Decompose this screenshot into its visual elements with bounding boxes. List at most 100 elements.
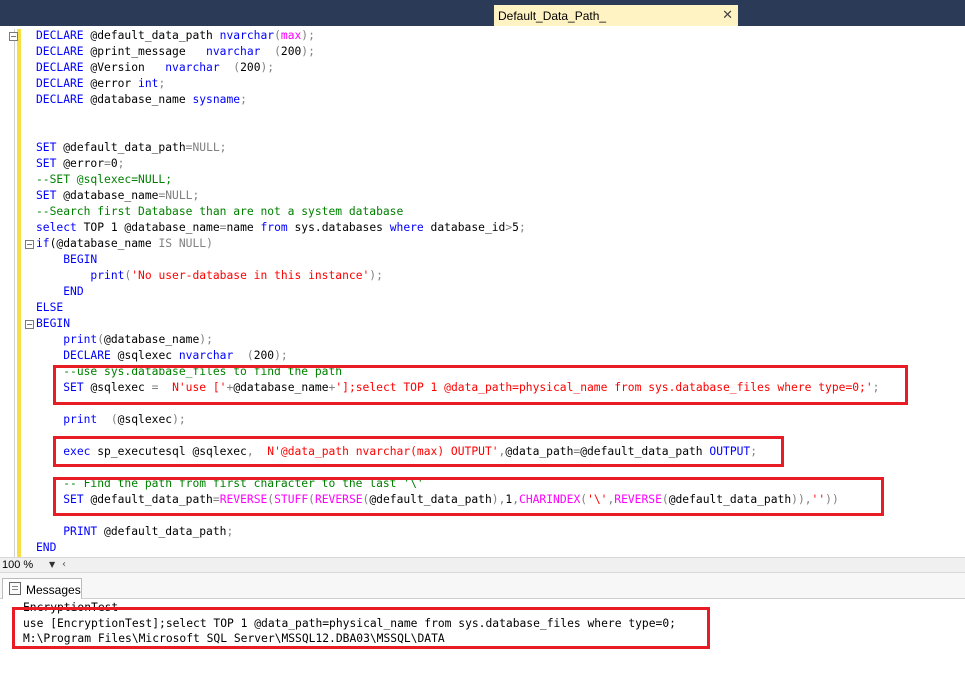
code-token: CHARINDEX [519,493,581,506]
messages-icon [9,582,21,595]
code-token: ); [172,413,186,426]
code-token: PRINT [63,525,105,538]
code-token: print [90,269,125,282]
scroll-left-icon[interactable]: ‹ [62,558,66,572]
code-token: '' [811,493,826,506]
code-token: name [226,221,261,234]
code-line: if(@database_name IS NULL) [36,236,213,252]
message-line: use [EncryptionTest];select TOP 1 @data_… [23,617,676,630]
code-token: ); [199,333,213,346]
code-token: ); [369,269,383,282]
code-token: NULL; [165,189,200,202]
code-token: END [36,541,57,554]
tab-messages[interactable]: Messages [2,578,82,599]
message-line: M:\Program Files\Microsoft SQL Server\MS… [23,632,445,645]
code-token: DECLARE [36,61,91,74]
code-line: SET @default_data_path=REVERSE(STUFF(REV… [36,492,839,508]
code-line: PRINT @default_data_path; [36,524,233,540]
code-line: exec sp_executesql @sqlexec, N'@data_pat… [36,444,757,460]
code-token: @print_message [90,45,207,58]
code-token: -- Find the path from first character to… [63,477,424,490]
code-token: sp_executesql @sqlexec [97,445,247,458]
code-token: , [246,445,254,458]
code-token: ( [308,493,315,506]
code-line: --use sys.database_files to find the pat… [36,364,342,380]
code-token: = [104,157,111,170]
code-token: select [36,221,84,234]
code-token: ; [518,221,526,234]
code-line: DECLARE @default_data_path nvarchar(max)… [36,28,315,44]
code-token: ; [750,445,758,458]
code-token: ; [872,381,880,394]
code-token: ), [491,493,506,506]
zoom-level[interactable]: 100 % [2,558,46,572]
code-token: 200 [280,45,302,58]
code-line: DECLARE @print_message nvarchar (200); [36,44,315,60]
code-line: DECLARE @sqlexec nvarchar (200); [36,348,288,364]
code-line: print (@sqlexec); [36,412,186,428]
code-token: @sqlexec [90,381,152,394]
code-token: REVERSE [219,493,268,506]
message-line: EncryptionTest [23,601,119,614]
code-token: ; [226,525,234,538]
collapse-icon[interactable]: − [25,320,34,329]
code-token: ; [158,77,166,90]
code-token: ; [117,157,125,170]
code-token: ( [246,349,254,362]
code-line: DECLARE @Version nvarchar (200); [36,60,274,76]
collapse-icon[interactable]: − [9,32,18,41]
messages-pane[interactable]: EncryptionTest use [EncryptionTest];sele… [0,599,965,674]
code-token: TOP [83,221,111,234]
close-icon[interactable]: ✕ [722,7,733,23]
code-line: --SET @sqlexec=NULL; [36,172,172,188]
code-token: sys.databases [294,221,390,234]
chevron-down-icon[interactable]: ▼ [49,558,55,572]
code-token: @default_data_path [90,493,213,506]
code-token: 1 @database_name [110,221,220,234]
change-tracking-bar [17,29,21,557]
collapse-icon[interactable]: − [25,240,34,249]
code-line: SET @sqlexec = N'use ['+@database_name+'… [36,380,879,396]
code-token: ); [274,349,288,362]
code-token: @error [63,157,105,170]
code-token: @database_name [90,93,193,106]
results-tab-bar: Messages [0,573,965,599]
code-token: ( [274,45,281,58]
query-editor[interactable]: − − − DECLARE @default_data_path nvarcha… [0,26,965,557]
code-token: @default_data_path [90,29,220,42]
code-token: int [138,77,159,90]
code-line: BEGIN [36,316,70,332]
code-token: @sqlexec [117,413,173,426]
code-token: OUTPUT [709,445,751,458]
code-token: 0 [110,157,118,170]
document-tab[interactable]: Default_Data_Path_ ✕ [494,5,738,26]
horizontal-scrollbar[interactable]: 100 % ▼ ‹ [0,557,965,573]
code-line: select TOP 1 @database_name=name from sy… [36,220,526,236]
code-token: nvarchar [219,29,275,42]
code-line: SET @database_name=NULL; [36,188,199,204]
code-token: 'No user-database in this instance' [131,269,370,282]
document-tab-title: Default_Data_Path_ [498,9,607,23]
code-token: STUFF [274,493,309,506]
code-line: SET @default_data_path=NULL; [36,140,226,156]
code-token: ; [240,93,247,106]
code-line: --Search first Database than are not a s… [36,204,403,220]
code-token: sysname [192,93,241,106]
tab-messages-label: Messages [26,583,81,597]
code-token: @database_name [104,333,200,346]
